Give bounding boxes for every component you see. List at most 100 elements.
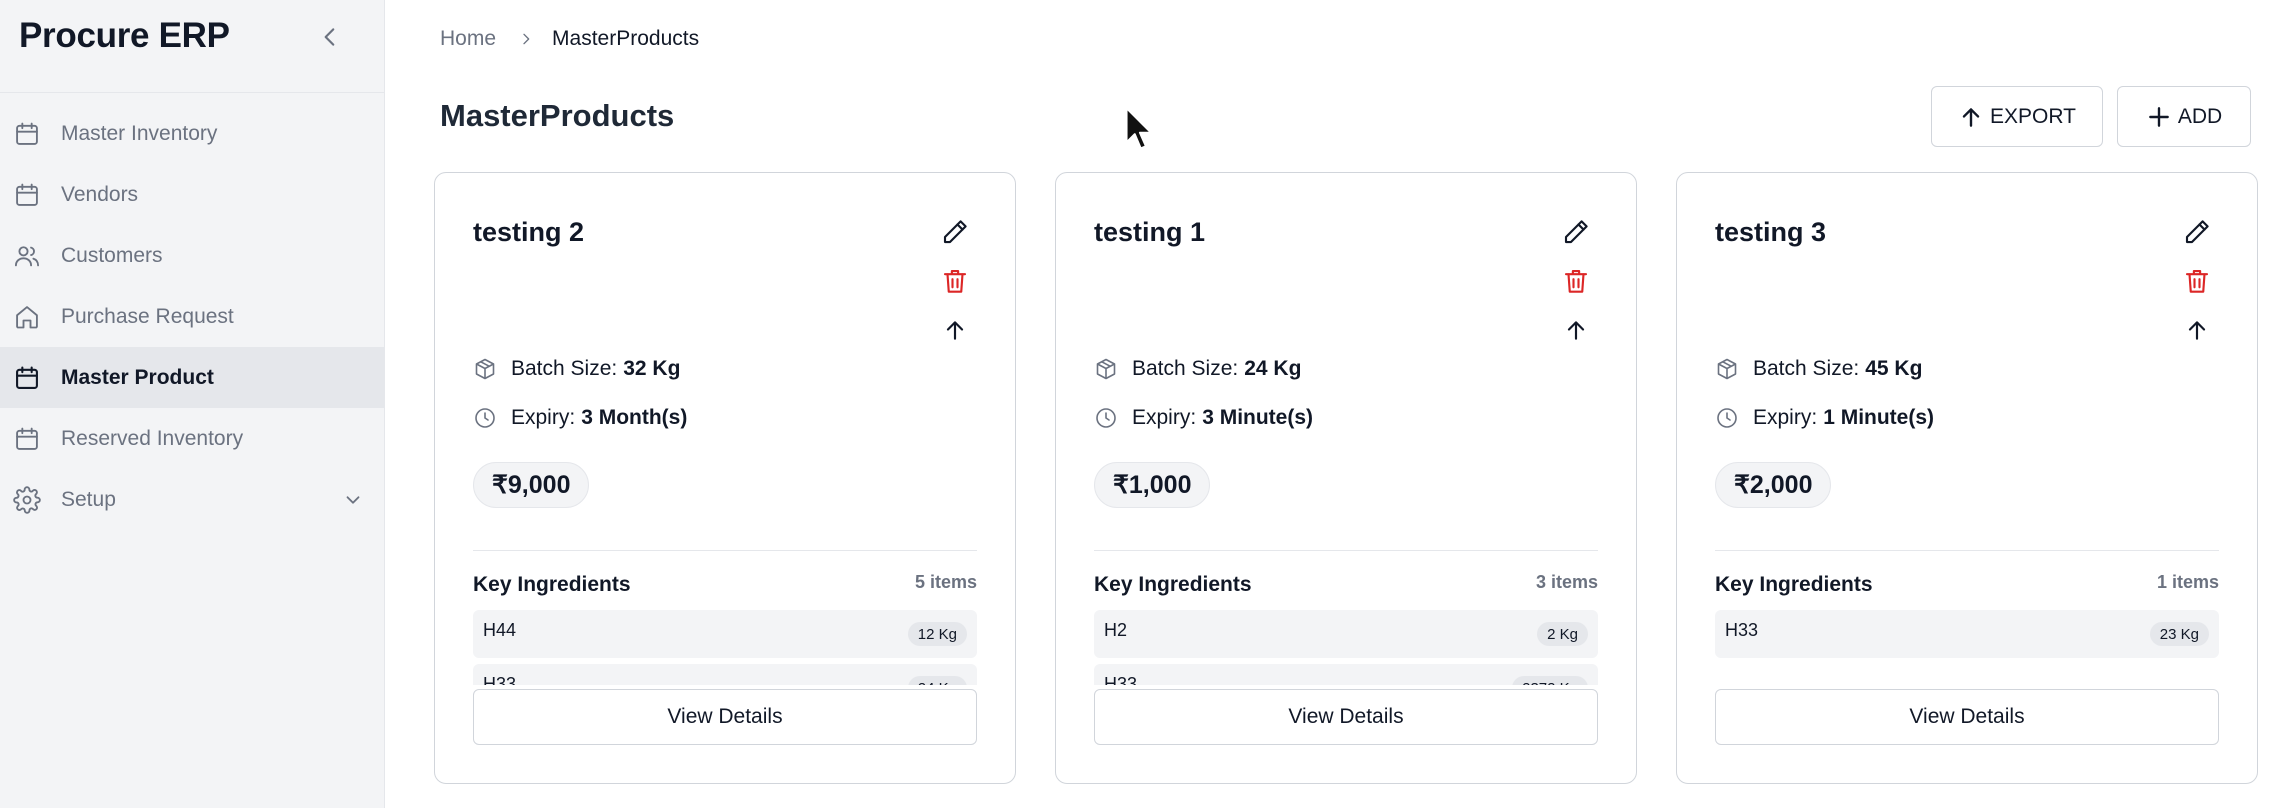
edit-button[interactable] [937, 214, 973, 250]
price-badge: ₹1,000 [1094, 462, 1211, 508]
sidebar-item-master-product[interactable]: Master Product [0, 347, 385, 408]
calendar-icon [16, 427, 38, 450]
calendar-icon [16, 183, 38, 206]
trash-icon [943, 269, 967, 293]
gear-icon [13, 486, 41, 514]
sidebar: Procure ERP Master Inventory Vendors Cus… [0, 0, 385, 808]
ingredient-qty: 2372 Kg [1512, 676, 1588, 685]
ingredient-count: 1 items [2156, 572, 2219, 592]
sidebar-item-label: Customers [61, 243, 163, 267]
package-icon [475, 358, 495, 380]
sidebar-item-customers[interactable]: Customers [0, 225, 385, 286]
sidebar-item-vendors[interactable]: Vendors [0, 164, 385, 225]
sidebar-item-master-inventory[interactable]: Master Inventory [0, 103, 385, 164]
clock-icon [1096, 408, 1116, 428]
delete-button[interactable] [1558, 263, 1594, 299]
product-card: testing 2 Batch Size: 32 Kg Expiry: 3 Mo… [434, 172, 1016, 784]
ingredient-qty: 12 Kg [907, 622, 967, 646]
pencil-icon [943, 220, 967, 244]
expiry-value: 3 Month(s) [581, 406, 688, 429]
divider [1094, 550, 1598, 551]
delete-button[interactable] [937, 263, 973, 299]
chevron-left-icon [324, 28, 335, 46]
export-product-button[interactable] [1558, 312, 1594, 348]
pencil-icon [2185, 220, 2209, 244]
edit-button[interactable] [1558, 214, 1594, 250]
view-details-button[interactable]: View Details [1715, 689, 2219, 745]
sidebar-item-purchase-request[interactable]: Purchase Request [0, 286, 385, 347]
ingredient-count: 5 items [914, 572, 977, 592]
sidebar-item-label: Reserved Inventory [61, 426, 244, 450]
clock-icon [475, 408, 495, 428]
breadcrumb-home-link[interactable]: Home [440, 27, 496, 51]
plus-icon [2148, 106, 2169, 127]
batch-size-label: Batch Size: [1132, 357, 1239, 380]
sidebar-item-label: Master Product [61, 365, 214, 389]
clock-icon [1717, 408, 1737, 428]
pencil-icon [1564, 220, 1588, 244]
package-icon [1096, 358, 1116, 380]
divider [1715, 550, 2219, 551]
product-name: testing 1 [1094, 217, 1206, 247]
ingredient-qty: 2 Kg [1537, 622, 1588, 646]
ingredient-list[interactable]: H2 2 Kg H33 2372 Kg [1094, 610, 1598, 685]
divider [473, 550, 977, 551]
calendar-icon [16, 366, 38, 389]
expiry-label: Expiry: [1753, 406, 1818, 429]
sidebar-item-reserved-inventory[interactable]: Reserved Inventory [0, 408, 385, 469]
ingredient-list[interactable]: H44 12 Kg H33 24 Kg [473, 610, 977, 685]
calendar-icon [16, 122, 38, 145]
ingredient-list[interactable]: H33 23 Kg [1715, 610, 2219, 685]
users-icon [14, 246, 40, 267]
export-product-button[interactable] [2179, 312, 2215, 348]
sidebar-item-label: Purchase Request [61, 304, 234, 328]
arrow-up-icon [2188, 321, 2206, 340]
add-button[interactable]: ADD [2117, 86, 2251, 147]
batch-size-label: Batch Size: [1753, 357, 1860, 380]
key-ingredients-title: Key Ingredients [1715, 573, 1873, 596]
delete-button[interactable] [2179, 263, 2215, 299]
collapse-sidebar-button[interactable] [310, 17, 350, 57]
chevron-down-icon [346, 496, 360, 504]
sidebar-item-label: Setup [61, 487, 116, 511]
edit-button[interactable] [2179, 214, 2215, 250]
price-badge: ₹2,000 [1715, 462, 1832, 508]
sidebar-item-label: Master Inventory [61, 121, 218, 145]
batch-size: Batch Size: 24 Kg [1094, 357, 1301, 381]
ingredient-row: H33 2372 Kg [1094, 664, 1598, 685]
ingredient-row: H33 24 Kg [473, 664, 977, 685]
batch-size-value: 45 Kg [1865, 357, 1923, 380]
view-details-button[interactable]: View Details [473, 689, 977, 745]
export-button[interactable]: EXPORT [1931, 86, 2103, 147]
batch-size-value: 32 Kg [623, 357, 681, 380]
page-title: MasterProducts [440, 98, 675, 133]
view-details-button[interactable]: View Details [1094, 689, 1598, 745]
ingredient-qty: 23 Kg [2149, 622, 2209, 646]
sidebar-item-setup[interactable]: Setup [0, 469, 385, 530]
export-product-button[interactable] [937, 312, 973, 348]
breadcrumb: Home MasterProducts [440, 27, 699, 51]
ingredient-row: H33 23 Kg [1715, 610, 2219, 658]
add-button-label: ADD [2177, 104, 2223, 128]
app-title: Procure ERP [19, 16, 230, 55]
export-button-label: EXPORT [1990, 104, 2076, 128]
expiry: Expiry: 3 Month(s) [473, 406, 687, 430]
key-ingredients-title: Key Ingredients [1094, 573, 1252, 596]
sidebar-item-label: Vendors [61, 182, 139, 206]
expiry: Expiry: 1 Minute(s) [1715, 406, 1934, 430]
key-ingredients-title: Key Ingredients [473, 573, 631, 596]
price-badge: ₹9,000 [473, 462, 590, 508]
batch-size: Batch Size: 32 Kg [473, 357, 680, 381]
batch-size-label: Batch Size: [511, 357, 618, 380]
expiry: Expiry: 3 Minute(s) [1094, 406, 1313, 430]
batch-size: Batch Size: 45 Kg [1715, 357, 1922, 381]
ingredient-row: H2 2 Kg [1094, 610, 1598, 658]
home-icon [16, 306, 38, 329]
brand-header: Procure ERP [0, 0, 384, 93]
arrow-up-icon [946, 321, 964, 340]
ingredient-count: 3 items [1535, 572, 1598, 592]
expiry-label: Expiry: [511, 406, 576, 429]
ingredient-name: H44 [483, 620, 517, 640]
ingredient-name: H33 [483, 674, 517, 685]
trash-icon [2185, 269, 2209, 293]
